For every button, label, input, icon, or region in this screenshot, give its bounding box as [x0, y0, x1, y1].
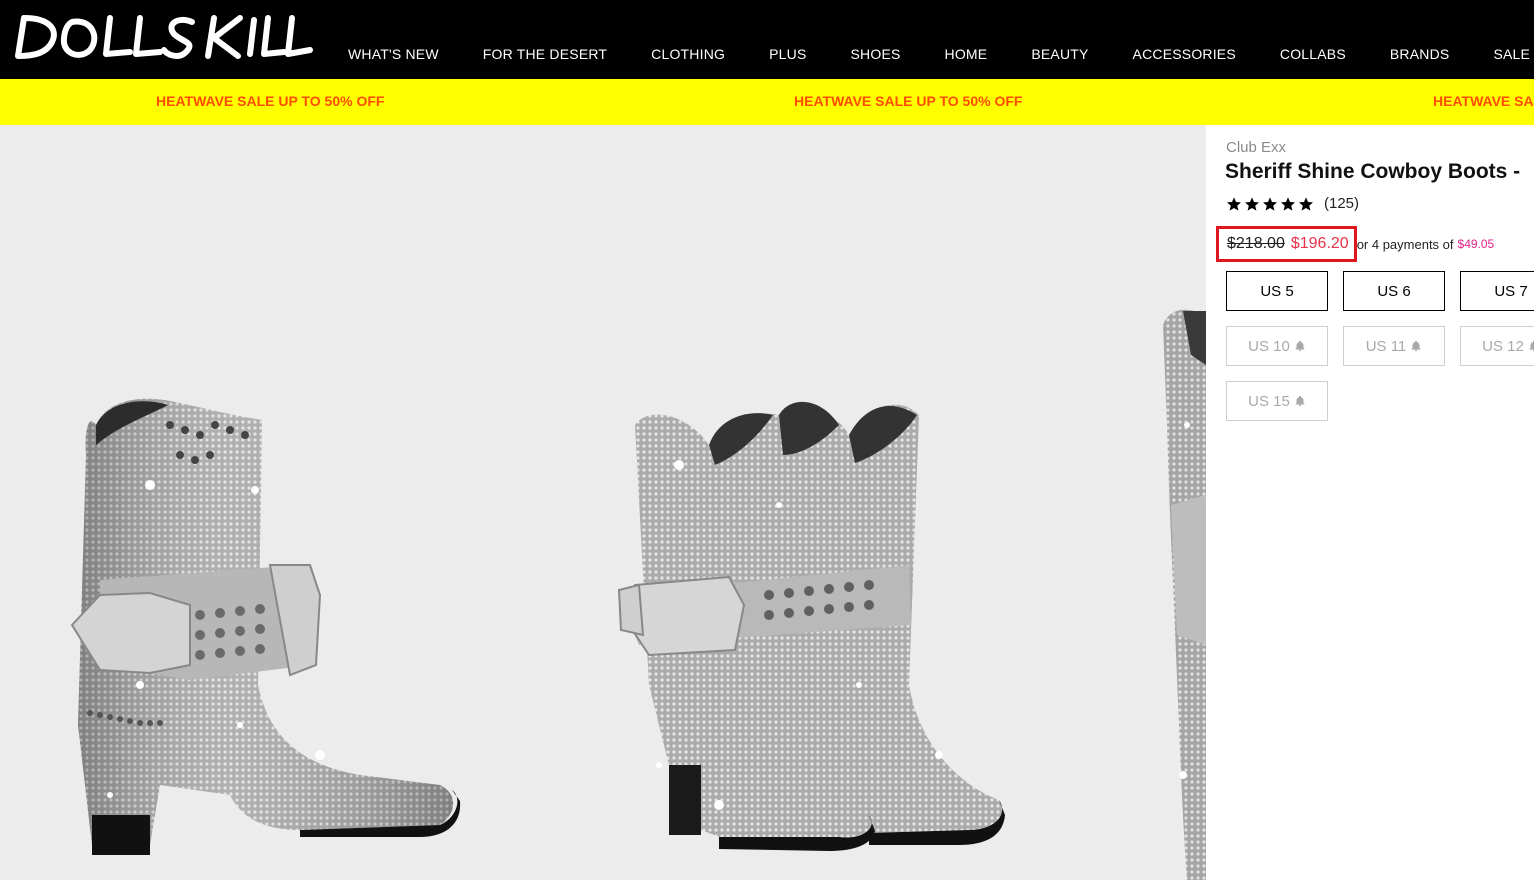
promo-banner: HEATWAVE SALE UP TO 50% OFF HEATWAVE SAL… — [0, 79, 1534, 125]
promo-text-2[interactable]: HEATWAVE SALE UP TO 50% OFF — [794, 93, 1022, 109]
size-label: US 11 — [1365, 337, 1407, 355]
nav-whats-new[interactable]: WHAT'S NEW — [348, 46, 439, 62]
product-image-2[interactable] — [539, 125, 1086, 880]
logo-wordmark — [15, 15, 313, 59]
size-label: US 15 — [1248, 392, 1290, 410]
site-header: WHAT'S NEW FOR THE DESERT CLOTHING PLUS … — [0, 0, 1534, 79]
nav-clothing[interactable]: CLOTHING — [651, 46, 725, 62]
product-info-panel: Club Exx Sheriff Shine Cowboy Boots - (1… — [1206, 125, 1534, 880]
nav-collabs[interactable]: COLLABS — [1280, 46, 1346, 62]
size-label: US 7 — [1494, 282, 1528, 300]
product-gallery — [0, 125, 1206, 880]
size-button-us7[interactable]: US 7 — [1460, 271, 1534, 311]
star-icon — [1263, 196, 1277, 211]
star-icon — [1245, 196, 1259, 211]
boot-side-image — [70, 398, 461, 855]
nav-sale[interactable]: SALE — [1493, 46, 1530, 62]
size-button-us15[interactable]: US 15 — [1226, 381, 1328, 421]
product-image-1[interactable] — [0, 125, 538, 880]
star-icon — [1281, 196, 1295, 211]
size-label: US 6 — [1377, 282, 1411, 300]
price-original: $218.00 — [1227, 235, 1285, 252]
main-nav: WHAT'S NEW FOR THE DESERT CLOTHING PLUS … — [348, 46, 1530, 62]
boots-pair-image — [617, 401, 1005, 851]
star-icon — [1299, 196, 1313, 211]
size-label: US 12 — [1482, 337, 1524, 355]
nav-shoes[interactable]: SHOES — [851, 46, 901, 62]
promo-text-1[interactable]: HEATWAVE SALE UP TO 50% OFF — [156, 93, 384, 109]
price-row: $218.00 $196.20 or 4 payments of $49.05 — [1216, 226, 1494, 262]
nav-plus[interactable]: PLUS — [769, 46, 806, 62]
nav-for-the-desert[interactable]: FOR THE DESERT — [483, 46, 607, 62]
product-rating[interactable]: (125) — [1226, 195, 1359, 212]
bell-icon — [1295, 340, 1305, 351]
size-label: US 10 — [1248, 337, 1290, 355]
price-highlight-box: $218.00 $196.20 — [1216, 226, 1357, 262]
nav-accessories[interactable]: ACCESSORIES — [1133, 46, 1236, 62]
size-button-us10[interactable]: US 10 — [1226, 326, 1328, 366]
size-button-us11[interactable]: US 11 — [1343, 326, 1445, 366]
bell-icon — [1411, 340, 1421, 351]
product-brand[interactable]: Club Exx — [1226, 139, 1286, 156]
review-count[interactable]: (125) — [1324, 195, 1359, 212]
product-image-3[interactable] — [1087, 125, 1206, 880]
star-rating — [1226, 196, 1314, 212]
product-title: Sheriff Shine Cowboy Boots - — [1225, 160, 1521, 183]
boot-partial-image — [1163, 309, 1206, 880]
size-button-us5[interactable]: US 5 — [1226, 271, 1328, 311]
installments-text: or 4 payments of — [1356, 236, 1454, 252]
size-button-us6[interactable]: US 6 — [1343, 271, 1445, 311]
installment-amount[interactable]: $49.05 — [1458, 237, 1495, 251]
size-button-us12[interactable]: US 12 — [1460, 326, 1534, 366]
bell-icon — [1295, 395, 1305, 406]
price-sale: $196.20 — [1290, 235, 1349, 252]
dolls-kill-logo[interactable] — [10, 8, 315, 64]
nav-home[interactable]: HOME — [945, 46, 988, 62]
size-label: US 5 — [1260, 282, 1294, 300]
star-icon — [1227, 196, 1241, 211]
promo-text-3[interactable]: HEATWAVE SALE UP TO 50% OFF — [1433, 93, 1534, 109]
bell-icon — [1529, 340, 1534, 351]
nav-beauty[interactable]: BEAUTY — [1031, 46, 1088, 62]
nav-brands[interactable]: BRANDS — [1390, 46, 1450, 62]
